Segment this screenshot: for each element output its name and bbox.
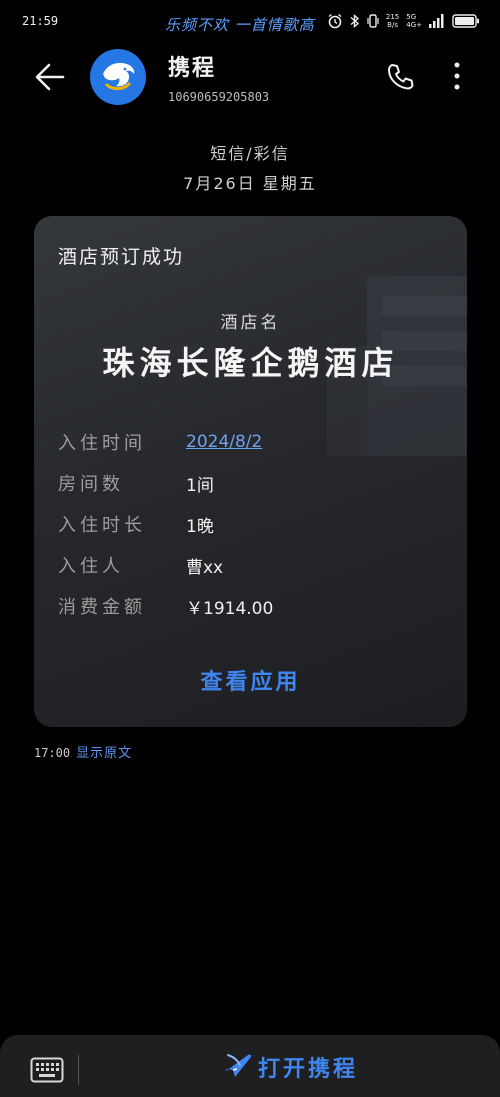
amount-row: 消费金额 ￥1914.00 <box>58 592 448 620</box>
detail-value: 1晚 <box>186 516 214 537</box>
network-type: 5G 4G+ <box>406 13 422 29</box>
alarm-icon <box>327 13 343 29</box>
booking-card[interactable]: 酒店预订成功 酒店名 珠海长隆企鹅酒店 入住时间 2024/8/2 房间数 1间… <box>34 216 467 727</box>
message-footer: 17:00 显示原文 <box>34 742 132 761</box>
keyboard-icon <box>30 1057 64 1087</box>
status-time: 21:59 <box>22 14 59 28</box>
back-button[interactable] <box>30 61 70 97</box>
network-type-top: 5G <box>406 13 417 21</box>
hotel-name: 珠海长隆企鹅酒店 <box>102 344 399 382</box>
more-options-button[interactable] <box>442 60 472 96</box>
detail-value: 1间 <box>186 475 214 496</box>
rooms-row: 房间数 1间 <box>58 469 448 497</box>
stay-length-row: 入住时长 1晚 <box>58 510 448 538</box>
view-app-button[interactable]: 查看应用 <box>34 664 467 696</box>
status-bar: 21:59 乐频不欢 一首情歌高 215 B/s 5G 4G+ <box>0 0 500 44</box>
battery-icon <box>452 14 480 28</box>
net-speed-value: 215 <box>385 13 400 21</box>
detail-label: 房间数 <box>58 474 124 495</box>
checkin-date-row: 入住时间 2024/8/2 <box>58 428 448 456</box>
show-original-link[interactable]: 显示原文 <box>76 742 132 761</box>
hotel-name-label: 酒店名 <box>220 313 281 333</box>
message-date: 7月26日 星期五 <box>183 174 317 193</box>
sender-number: 10690659205803 <box>168 90 270 104</box>
net-speed-unit: B/s <box>387 21 398 29</box>
keyboard-button[interactable] <box>30 1057 64 1083</box>
dolphin-logo-icon <box>95 52 141 102</box>
message-time: 17:00 <box>34 746 71 760</box>
back-arrow-icon <box>35 63 65 95</box>
conversation-header: 携程 10690659205803 <box>0 44 500 116</box>
status-icons: 215 B/s 5G 4G+ <box>327 13 480 29</box>
phone-icon <box>386 62 414 94</box>
bluetooth-icon <box>350 13 360 29</box>
open-app-label: 打开携程 <box>258 1057 359 1082</box>
detail-label: 入住人 <box>58 556 124 577</box>
sender-name: 携程 <box>168 56 217 81</box>
call-button[interactable] <box>380 60 420 96</box>
open-app-button[interactable]: 打开携程 <box>224 1051 358 1083</box>
status-notification-text: 乐频不欢 一首情歌高 <box>165 16 315 34</box>
detail-value: ￥1914.00 <box>186 598 274 619</box>
divider <box>78 1055 79 1085</box>
detail-label: 消费金额 <box>58 597 146 618</box>
network-type-bottom: 4G+ <box>406 21 422 29</box>
vibrate-icon <box>367 13 379 29</box>
bottom-bar: 打开携程 <box>0 1035 500 1097</box>
signal-icon <box>429 14 445 28</box>
card-title: 酒店预订成功 <box>58 246 185 268</box>
detail-value: 曹xx <box>186 557 224 578</box>
checkin-date-link[interactable]: 2024/8/2 <box>186 432 262 452</box>
message-type: 短信/彩信 <box>210 144 290 163</box>
net-speed: 215 B/s <box>386 13 399 29</box>
avatar[interactable] <box>90 49 146 105</box>
detail-label: 入住时间 <box>58 433 146 454</box>
more-vertical-icon <box>454 62 460 94</box>
plane-icon <box>224 1051 254 1083</box>
detail-label: 入住时长 <box>58 515 146 536</box>
guest-row: 入住人 曹xx <box>58 551 448 579</box>
